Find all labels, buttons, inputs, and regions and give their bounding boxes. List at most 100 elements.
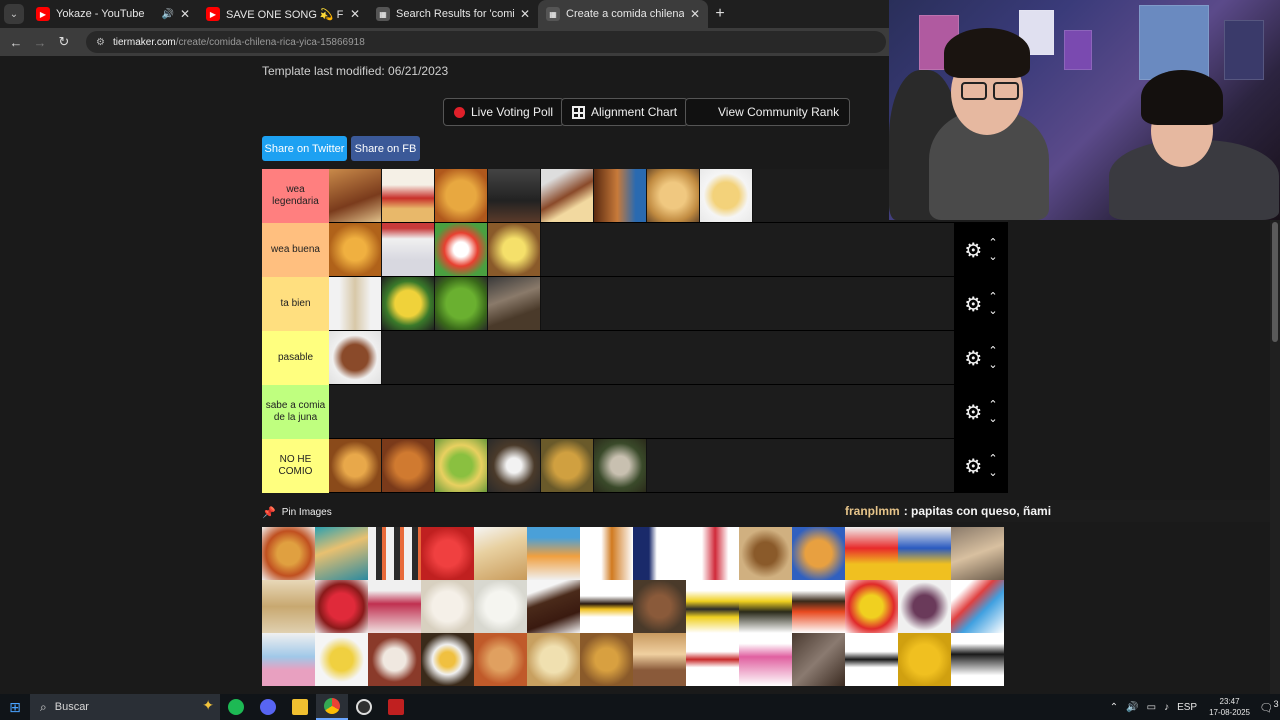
obs-icon[interactable] [348,694,380,720]
spotify-icon[interactable] [220,694,252,720]
tier-label[interactable]: sabe a comia de la juna [262,385,329,439]
food-image[interactable] [315,633,368,686]
move-up-icon[interactable]: ⌃ [988,398,997,412]
food-image[interactable] [382,277,435,330]
page-scrollbar[interactable] [1270,220,1280,694]
speaker-icon[interactable]: 🔊 [162,9,174,20]
food-image[interactable] [647,169,700,222]
food-image[interactable] [435,223,488,276]
food-image[interactable] [580,580,633,633]
tier-items[interactable] [329,331,954,384]
food-image[interactable] [898,580,951,633]
food-image[interactable] [488,439,541,492]
food-image[interactable] [527,633,580,686]
food-image[interactable] [686,580,739,633]
food-image[interactable] [633,580,686,633]
food-image[interactable] [739,633,792,686]
live-voting-poll-button[interactable]: Live Voting Poll [443,98,565,126]
food-image[interactable] [488,277,541,330]
food-image[interactable] [368,527,421,580]
food-image[interactable] [951,580,1004,633]
chevron-up-icon[interactable]: ⌃ [1110,702,1118,713]
taskbar-search[interactable]: ⌕ Buscar ✦ [30,694,220,720]
food-image[interactable] [594,439,647,492]
move-down-icon[interactable]: ⌄ [988,466,997,480]
food-image[interactable] [329,169,382,222]
food-image[interactable] [594,169,647,222]
food-image[interactable] [739,580,792,633]
food-image[interactable] [315,527,368,580]
food-image[interactable] [792,580,845,633]
food-image[interactable] [845,580,898,633]
food-image[interactable] [898,527,951,580]
food-image[interactable] [474,527,527,580]
food-image[interactable] [686,527,739,580]
food-image[interactable] [700,169,753,222]
volume-icon[interactable]: 🔊 [1126,702,1138,713]
food-image[interactable] [845,633,898,686]
food-image[interactable] [329,439,382,492]
chrome-icon[interactable] [316,694,348,720]
food-image[interactable] [368,633,421,686]
alignment-chart-button[interactable]: Alignment Chart [561,98,689,126]
tab-search-button[interactable]: ⌄ [0,0,28,28]
food-image[interactable] [262,527,315,580]
move-up-icon[interactable]: ⌃ [988,344,997,358]
food-image[interactable] [633,527,686,580]
food-image[interactable] [315,580,368,633]
food-image[interactable] [898,633,951,686]
food-image[interactable] [686,633,739,686]
food-image[interactable] [739,527,792,580]
food-image[interactable] [382,439,435,492]
food-image[interactable] [580,633,633,686]
food-image[interactable] [329,223,382,276]
move-down-icon[interactable]: ⌄ [988,304,997,318]
gear-icon[interactable]: ⚙ [964,238,982,263]
gear-icon[interactable]: ⚙ [964,292,982,317]
file-explorer-icon[interactable] [284,694,316,720]
notification-icon[interactable]: 🗨3 [1258,699,1280,715]
food-image[interactable] [262,633,315,686]
share-on-twitter-button[interactable]: Share on Twitter [262,136,347,161]
food-image[interactable] [488,223,541,276]
food-image[interactable] [845,527,898,580]
food-image[interactable] [329,331,382,384]
food-image[interactable] [421,633,474,686]
food-image[interactable] [951,633,1004,686]
food-image[interactable] [792,633,845,686]
tier-label[interactable]: NO HE COMIO [262,439,329,493]
food-image[interactable] [329,277,382,330]
food-image[interactable] [527,580,580,633]
move-up-icon[interactable]: ⌃ [988,290,997,304]
back-button[interactable]: ← [4,35,28,50]
move-down-icon[interactable]: ⌄ [988,412,997,426]
food-image[interactable] [488,169,541,222]
food-image[interactable] [435,277,488,330]
food-image[interactable] [435,439,488,492]
view-community-rank-button[interactable]: View Community Rank [685,98,851,126]
gear-icon[interactable]: ⚙ [964,346,982,371]
share-on-fb-button[interactable]: Share on FB [351,136,420,161]
food-image[interactable] [527,527,580,580]
food-image[interactable] [541,439,594,492]
site-info-icon[interactable]: ⚙ [96,37,105,48]
pin-images-toggle[interactable]: 📌 Pin Images [262,506,332,519]
food-image[interactable] [435,169,488,222]
tab-save-one-song[interactable]: ▶ SAVE ONE SONG 💫 From A to Z ✕ [198,0,368,28]
food-image[interactable] [951,527,1004,580]
close-icon[interactable]: ✕ [688,7,702,21]
food-image[interactable] [633,633,686,686]
food-image[interactable] [262,580,315,633]
gear-icon[interactable]: ⚙ [964,400,982,425]
scrollbar-thumb[interactable] [1272,222,1278,342]
tier-items[interactable] [329,385,954,438]
close-icon[interactable]: ✕ [178,7,192,21]
gear-icon[interactable]: ⚙ [964,454,982,479]
new-tab-button[interactable]: + [708,5,732,23]
forward-button[interactable]: → [28,35,52,50]
discord-icon[interactable] [252,694,284,720]
food-image[interactable] [474,633,527,686]
food-image[interactable] [368,580,421,633]
tier-label[interactable]: wea buena [262,223,329,277]
food-image[interactable] [382,223,435,276]
